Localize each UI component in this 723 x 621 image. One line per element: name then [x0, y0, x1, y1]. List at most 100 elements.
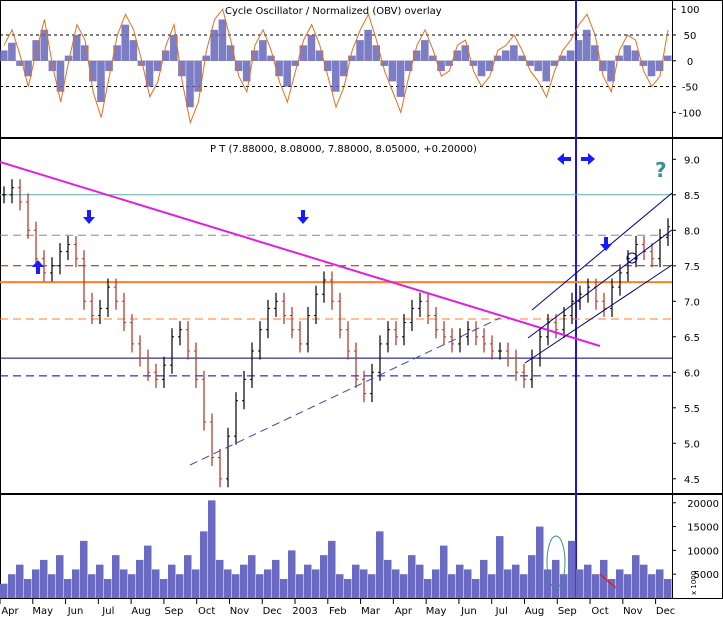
volume-bar: [144, 545, 152, 598]
volume-bar: [640, 564, 648, 598]
osc-histogram-bar: [501, 50, 510, 61]
osc-histogram-bar: [307, 34, 316, 61]
volume-bar: [496, 536, 504, 598]
volume-bar: [56, 555, 64, 598]
x-axis: Apr May Jun Jul Aug Sep Oct Nov Dec 2003 Feb Mar Apr…: [0, 598, 675, 617]
osc-histogram-bar: [582, 29, 591, 61]
volume-bar: [32, 569, 40, 598]
volume-bar: [208, 500, 216, 598]
osc-histogram-bar: [210, 29, 219, 61]
price-tick-label: 4.5: [684, 475, 700, 486]
volume-bar: [528, 555, 536, 598]
osc-histogram-bar: [283, 60, 291, 87]
osc-tick-label: -50: [682, 83, 698, 94]
volume-bar: [440, 545, 448, 598]
x-tick-label: Nov: [623, 606, 643, 617]
volume-bar: [576, 569, 584, 598]
volume-bar: [328, 540, 336, 598]
osc-tick-label: 100: [680, 5, 699, 16]
volume-bar: [424, 578, 432, 598]
volume-bar: [256, 574, 264, 598]
volume-bar: [512, 564, 520, 598]
volume-bar: [368, 574, 376, 598]
volume-bar: [152, 569, 160, 598]
volume-bar: [616, 569, 624, 598]
volume-bar: [72, 569, 80, 598]
oscillator-title: Cycle Oscillator / Normalized (OBV) over…: [225, 6, 442, 17]
osc-histogram-bar: [129, 40, 138, 61]
vol-unit-label: x 1000: [690, 571, 698, 595]
x-tick-label: Dec: [656, 606, 675, 617]
x-tick-label: Mar: [361, 606, 381, 617]
x-tick-label: Apr: [395, 606, 413, 617]
volume-bar: [40, 559, 48, 598]
osc-histogram-bar: [421, 40, 429, 61]
volume-bar: [352, 564, 360, 598]
volume-bar: [200, 531, 208, 598]
volume-bar: [304, 564, 312, 598]
x-tick-label: 2003: [292, 606, 317, 617]
volume-bar: [280, 578, 288, 598]
price-tick-label: 5.5: [684, 404, 700, 415]
chart-canvas: Cycle Oscillator / Normalized (OBV) over…: [0, 0, 723, 617]
volume-bar: [336, 574, 344, 598]
volume-bar: [664, 578, 672, 598]
volume-bar: [264, 569, 272, 598]
volume-bar: [416, 564, 424, 598]
price-tick-label: 5.0: [684, 439, 700, 450]
volume-bar: [240, 564, 248, 598]
osc-histogram-bar: [388, 60, 397, 82]
volume-bar: [176, 574, 184, 598]
volume-bar: [568, 540, 576, 598]
x-tick-label: Jun: [460, 606, 477, 617]
x-tick-label: Feb: [329, 606, 347, 617]
volume-bar: [384, 559, 392, 598]
osc-histogram-bar: [615, 55, 623, 61]
x-tick-label: Sep: [558, 606, 577, 617]
osc-histogram-bar: [121, 24, 130, 61]
volume-bar: [64, 578, 72, 598]
osc-histogram-bar: [364, 29, 372, 61]
x-tick-label: May: [426, 606, 447, 617]
volume-bar: [112, 555, 120, 598]
osc-histogram-bar: [574, 40, 583, 61]
price-tick-label: 9.0: [684, 155, 700, 166]
volume-bar: [432, 569, 440, 598]
x-tick-label: Jul: [495, 606, 508, 617]
x-tick-label: Aug: [525, 606, 545, 617]
volume-bar: [224, 569, 232, 598]
osc-histogram-bar: [542, 60, 551, 82]
volume-bar: [560, 574, 568, 598]
volume-bar: [520, 574, 528, 598]
volume-bar: [488, 574, 496, 598]
x-tick-label: Jul: [101, 606, 114, 617]
osc-histogram-bar: [566, 50, 575, 61]
osc-histogram-bar: [8, 42, 16, 61]
osc-histogram-bar: [647, 60, 656, 77]
osc-histogram-bar: [356, 40, 364, 61]
volume-bar: [96, 564, 104, 598]
volume-bar: [456, 564, 464, 598]
volume-bar: [344, 578, 352, 598]
osc-histogram-bar: [218, 19, 227, 61]
osc-histogram-bar: [663, 55, 672, 61]
volume-bar: [392, 569, 400, 598]
volume-bar: [552, 559, 560, 598]
volume-bar: [232, 574, 240, 598]
osc-tick-label: -100: [679, 108, 702, 119]
volume-bar: [88, 574, 96, 598]
volume-bar: [312, 569, 320, 598]
osc-histogram-bar: [97, 60, 105, 103]
volume-bar: [48, 574, 56, 598]
volume-bar: [104, 578, 112, 598]
osc-histogram-bar: [0, 50, 8, 61]
vol-tick-label: 15000: [687, 523, 719, 534]
volume-bar: [248, 555, 256, 598]
volume-bar: [8, 574, 16, 598]
osc-histogram-bar: [348, 55, 356, 61]
volume-bar: [216, 559, 224, 598]
x-tick-label: May: [32, 606, 53, 617]
osc-histogram-bar: [631, 50, 640, 61]
panel-frames: [0, 0, 723, 599]
osc-tick-label: 0: [687, 57, 693, 68]
